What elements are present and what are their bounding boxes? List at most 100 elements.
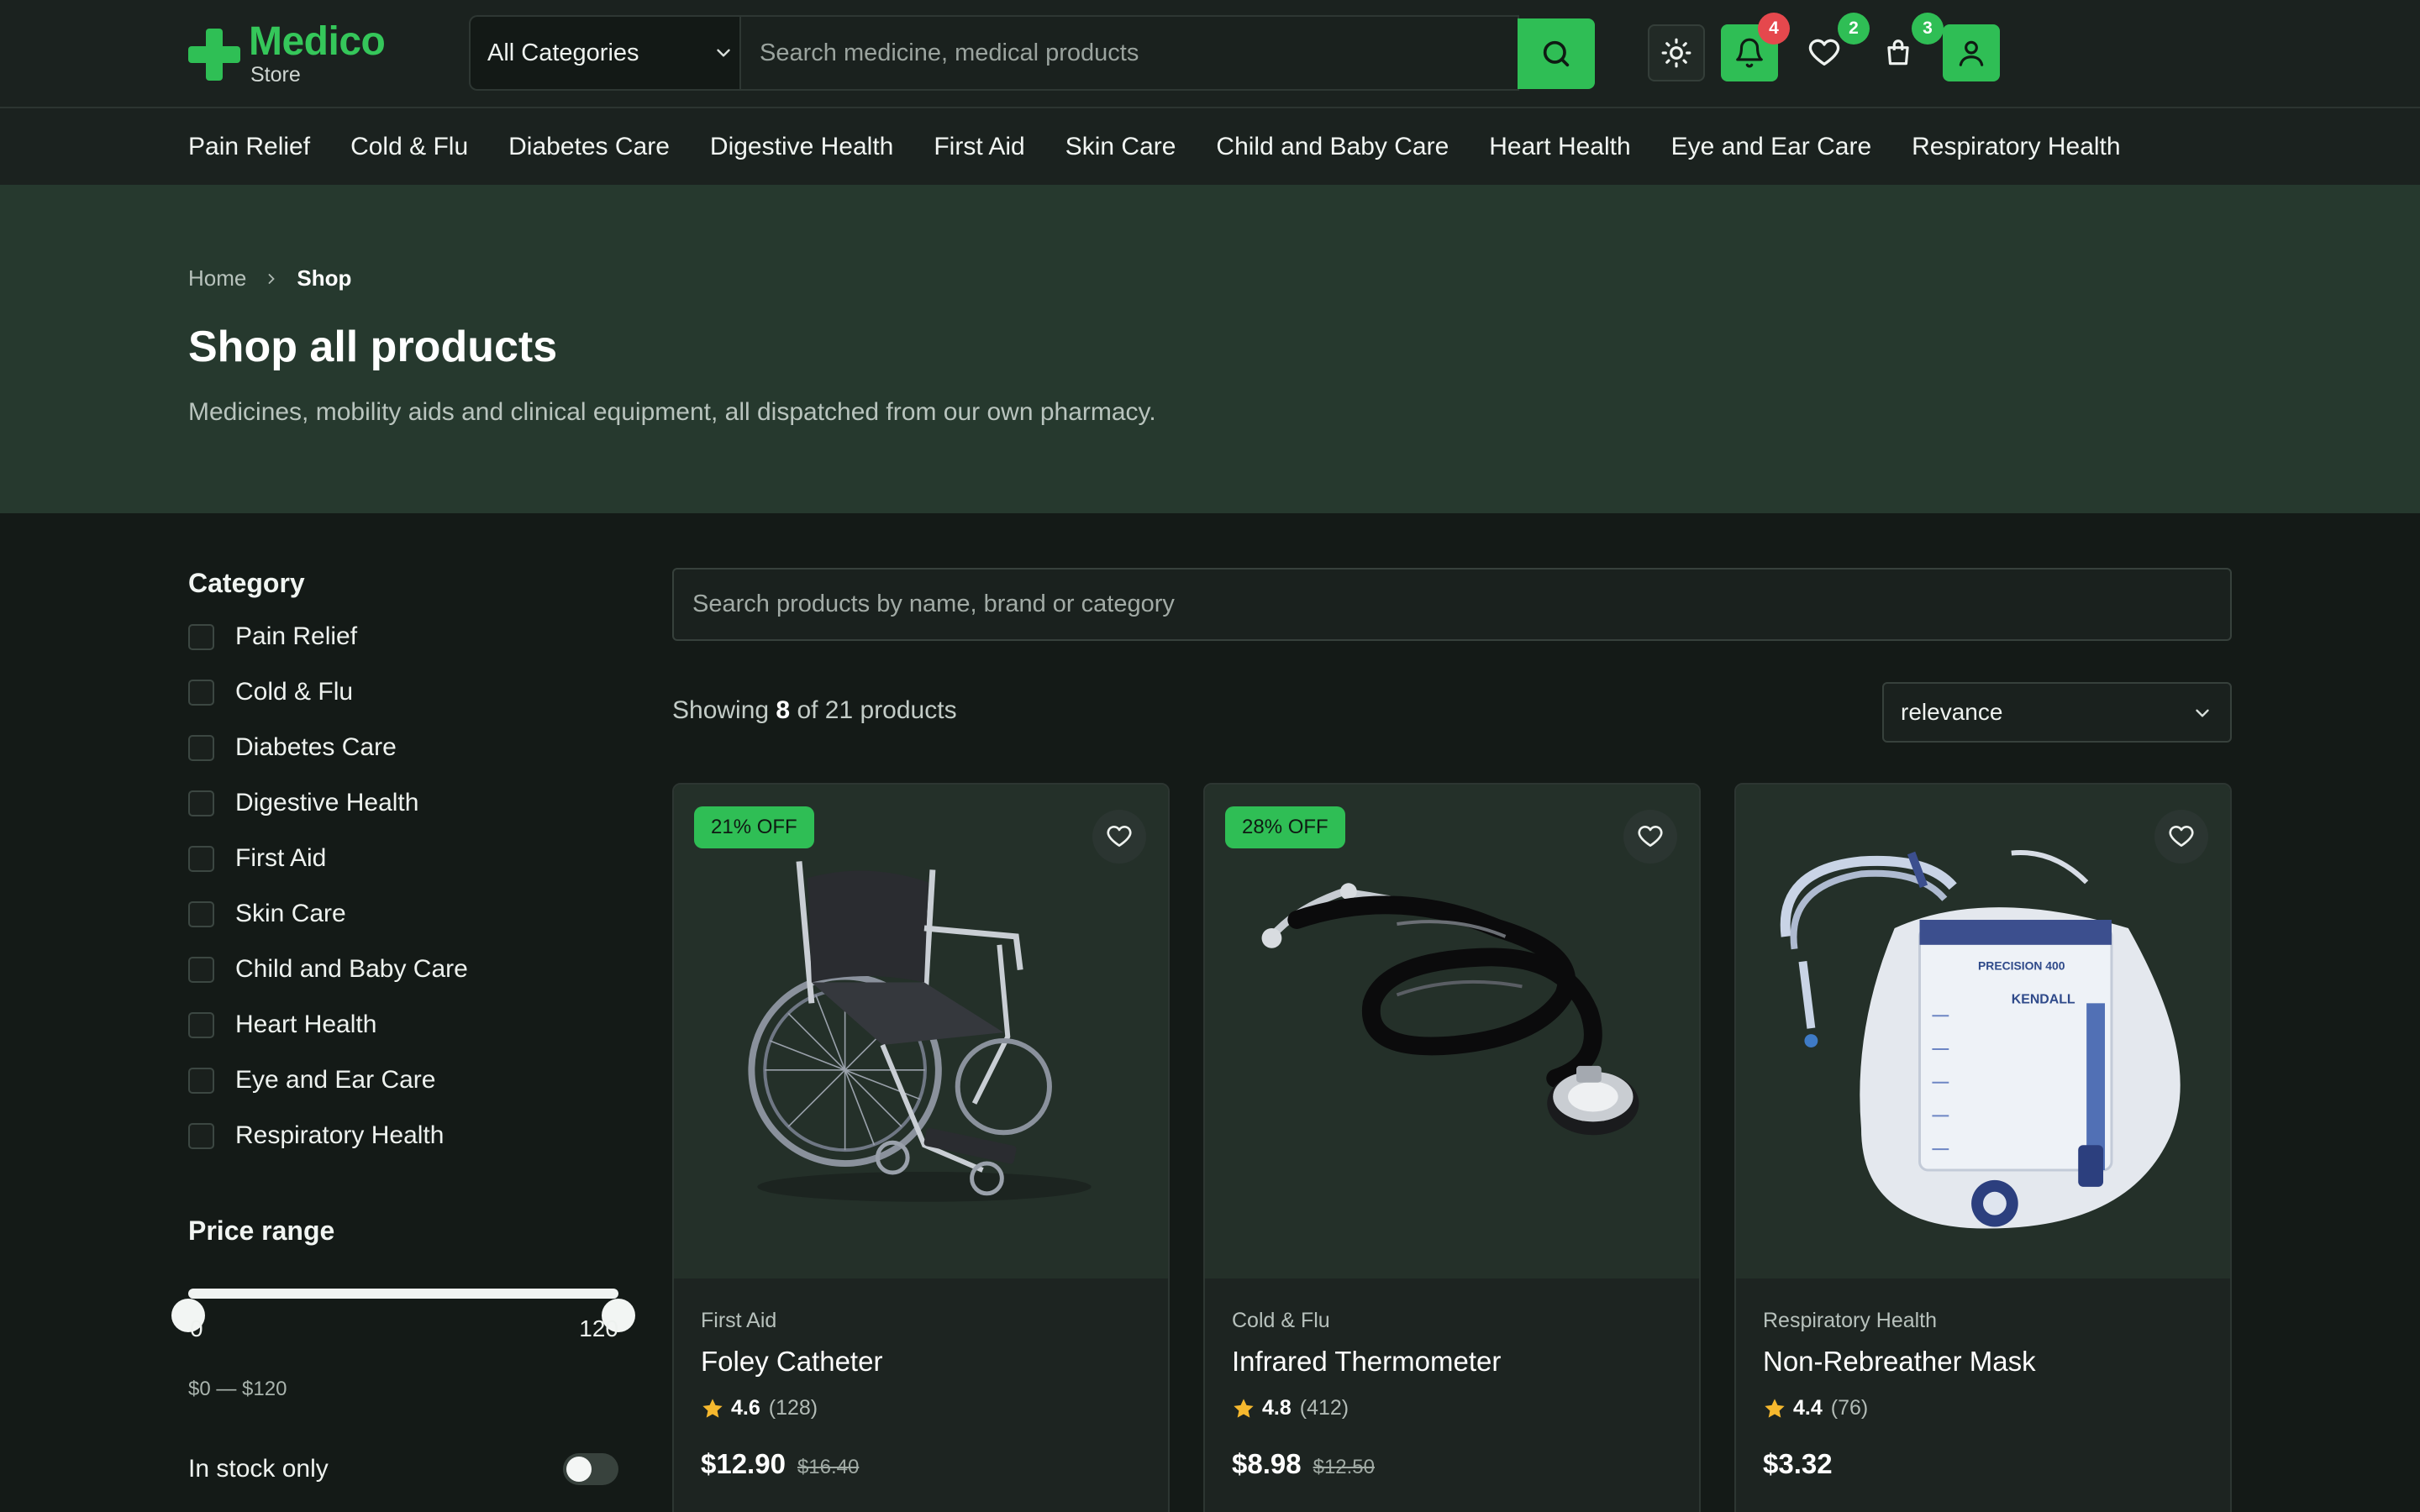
category-checkbox[interactable] bbox=[188, 845, 214, 872]
in-stock-filter: In stock only bbox=[188, 1453, 618, 1485]
star-icon bbox=[702, 1398, 723, 1418]
category-checkbox[interactable] bbox=[188, 1011, 214, 1038]
product-search-field[interactable] bbox=[672, 568, 2232, 641]
header-search-input[interactable] bbox=[741, 17, 1518, 89]
nav-link-child-baby-care[interactable]: Child and Baby Care bbox=[1216, 133, 1449, 161]
star-icon bbox=[1234, 1398, 1254, 1418]
breadcrumb-home[interactable]: Home bbox=[188, 265, 246, 291]
product-price: $8.98 $12.50 bbox=[1232, 1448, 1375, 1480]
category-checkbox[interactable] bbox=[188, 1067, 214, 1094]
chevron-right-icon bbox=[268, 273, 276, 284]
nav-link-heart-health[interactable]: Heart Health bbox=[1489, 133, 1630, 161]
category-checkbox[interactable] bbox=[188, 1122, 214, 1149]
nav-link-skin-care[interactable]: Skin Care bbox=[1065, 133, 1176, 161]
product-rating: 4.4 (76) bbox=[1763, 1396, 1868, 1420]
price-range-title: Price range bbox=[188, 1215, 335, 1246]
stethoscope-image bbox=[1261, 883, 1639, 1136]
category-filter-item[interactable]: Heart Health bbox=[188, 997, 618, 1053]
nav-link-digestive-health[interactable]: Digestive Health bbox=[710, 133, 893, 161]
product-search-input[interactable] bbox=[674, 570, 2230, 639]
rating-value: 4.6 bbox=[731, 1396, 760, 1420]
cart-badge: 3 bbox=[1912, 13, 1944, 45]
search-icon bbox=[1543, 40, 1570, 67]
store-logo[interactable]: Medico Store bbox=[188, 22, 386, 87]
product-category: Cold & Flu bbox=[1232, 1309, 1330, 1332]
category-filter-item[interactable]: Pain Relief bbox=[188, 609, 618, 664]
nav-link-eye-ear-care[interactable]: Eye and Ear Care bbox=[1671, 133, 1871, 161]
category-filter-item[interactable]: Digestive Health bbox=[188, 775, 618, 831]
wishlist-toggle[interactable] bbox=[2154, 810, 2208, 864]
category-checkbox[interactable] bbox=[188, 623, 214, 650]
theme-toggle-button[interactable] bbox=[1648, 24, 1705, 81]
nav-link-first-aid[interactable]: First Aid bbox=[934, 133, 1024, 161]
product-card[interactable]: 28% OFF Cold & Flu Infrared Thermometer … bbox=[1203, 783, 1701, 1512]
category-filter-label: Pain Relief bbox=[235, 622, 358, 650]
product-name[interactable]: Infrared Thermometer bbox=[1232, 1346, 1501, 1378]
category-select[interactable]: All Categories bbox=[469, 15, 756, 91]
medical-cross-icon bbox=[188, 29, 240, 81]
price-range-text: $0 — $120 bbox=[188, 1378, 287, 1400]
category-filter-item[interactable]: Skin Care bbox=[188, 886, 618, 942]
bell-icon bbox=[1736, 38, 1763, 68]
breadcrumb: Home Shop bbox=[188, 265, 351, 291]
category-filter-label: Respiratory Health bbox=[235, 1121, 445, 1149]
product-card[interactable]: PRECISION 400 KENDALL Respiratory Health… bbox=[1734, 783, 2232, 1512]
category-filter-label: Digestive Health bbox=[235, 789, 419, 816]
nav-link-cold-flu[interactable]: Cold & Flu bbox=[350, 133, 468, 161]
category-filter-label: Cold & Flu bbox=[235, 678, 354, 706]
product-image[interactable]: PRECISION 400 KENDALL bbox=[1736, 785, 2230, 1278]
results-count: Showing 8 of 21 products bbox=[672, 696, 957, 725]
nav-link-respiratory-health[interactable]: Respiratory Health bbox=[1912, 133, 2120, 161]
user-icon bbox=[1959, 40, 1984, 66]
cart-button[interactable]: 3 bbox=[1870, 13, 1944, 81]
product-name[interactable]: Foley Catheter bbox=[701, 1346, 882, 1378]
wishlist-toggle[interactable] bbox=[1623, 810, 1677, 864]
product-category: First Aid bbox=[701, 1309, 777, 1332]
header-search-field[interactable] bbox=[739, 15, 1519, 91]
category-filter-label: Skin Care bbox=[235, 900, 346, 927]
category-filter-title: Category bbox=[188, 568, 305, 598]
discount-badge: 28% OFF bbox=[1225, 806, 1345, 848]
category-checkbox[interactable] bbox=[188, 734, 214, 761]
category-filter-item[interactable]: Diabetes Care bbox=[188, 720, 618, 775]
page-subtitle: Medicines, mobility aids and clinical eq… bbox=[188, 398, 1156, 426]
wishlist-badge: 2 bbox=[1838, 13, 1870, 45]
category-checkbox[interactable] bbox=[188, 679, 214, 706]
product-card[interactable]: 21% OFF First Aid Foley Catheter 4.6 (12… bbox=[672, 783, 1170, 1512]
product-category: Respiratory Health bbox=[1763, 1309, 1938, 1332]
rating-value: 4.8 bbox=[1262, 1396, 1292, 1420]
category-checkbox[interactable] bbox=[188, 900, 214, 927]
category-filter-item[interactable]: First Aid bbox=[188, 831, 618, 886]
category-checkbox[interactable] bbox=[188, 956, 214, 983]
svg-text:PRECISION 400: PRECISION 400 bbox=[1978, 959, 2065, 973]
category-filter-label: Heart Health bbox=[235, 1011, 377, 1038]
category-checkbox[interactable] bbox=[188, 790, 214, 816]
filter-sidebar: Category Pain Relief Cold & Flu Diabetes… bbox=[171, 568, 635, 1485]
nav-link-diabetes-care[interactable]: Diabetes Care bbox=[508, 133, 670, 161]
notifications-button[interactable]: 4 bbox=[1721, 13, 1790, 81]
in-stock-toggle[interactable] bbox=[563, 1453, 618, 1485]
shopping-bag-icon bbox=[1887, 39, 1909, 66]
sort-select[interactable]: relevance bbox=[1882, 682, 2232, 743]
category-filter-item[interactable]: Child and Baby Care bbox=[188, 942, 618, 997]
category-nav: Pain Relief Cold & Flu Diabetes Care Dig… bbox=[0, 108, 2420, 185]
account-button[interactable] bbox=[1943, 24, 2000, 81]
category-filter-item[interactable]: Respiratory Health bbox=[188, 1108, 618, 1163]
category-filter-item[interactable]: Eye and Ear Care bbox=[188, 1053, 618, 1108]
price-max-label: 120 bbox=[579, 1315, 618, 1341]
product-image[interactable]: 28% OFF bbox=[1205, 785, 1699, 1278]
category-select-value: All Categories bbox=[487, 39, 639, 66]
wishlist-toggle[interactable] bbox=[1092, 810, 1146, 864]
heart-icon bbox=[1808, 39, 1840, 66]
product-image[interactable]: 21% OFF bbox=[674, 785, 1168, 1278]
wishlist-button[interactable]: 2 bbox=[1796, 13, 1870, 81]
chevron-down-icon bbox=[2196, 709, 2209, 717]
nav-link-pain-relief[interactable]: Pain Relief bbox=[188, 133, 310, 161]
search-button[interactable] bbox=[1518, 18, 1595, 89]
rating-count: (128) bbox=[768, 1396, 818, 1420]
product-name[interactable]: Non-Rebreather Mask bbox=[1763, 1346, 2036, 1378]
price-range-slider[interactable] bbox=[171, 1289, 635, 1332]
category-filter-item[interactable]: Cold & Flu bbox=[188, 664, 618, 720]
product-price: $12.90 $16.40 bbox=[701, 1448, 859, 1480]
rating-count: (76) bbox=[1830, 1396, 1869, 1420]
